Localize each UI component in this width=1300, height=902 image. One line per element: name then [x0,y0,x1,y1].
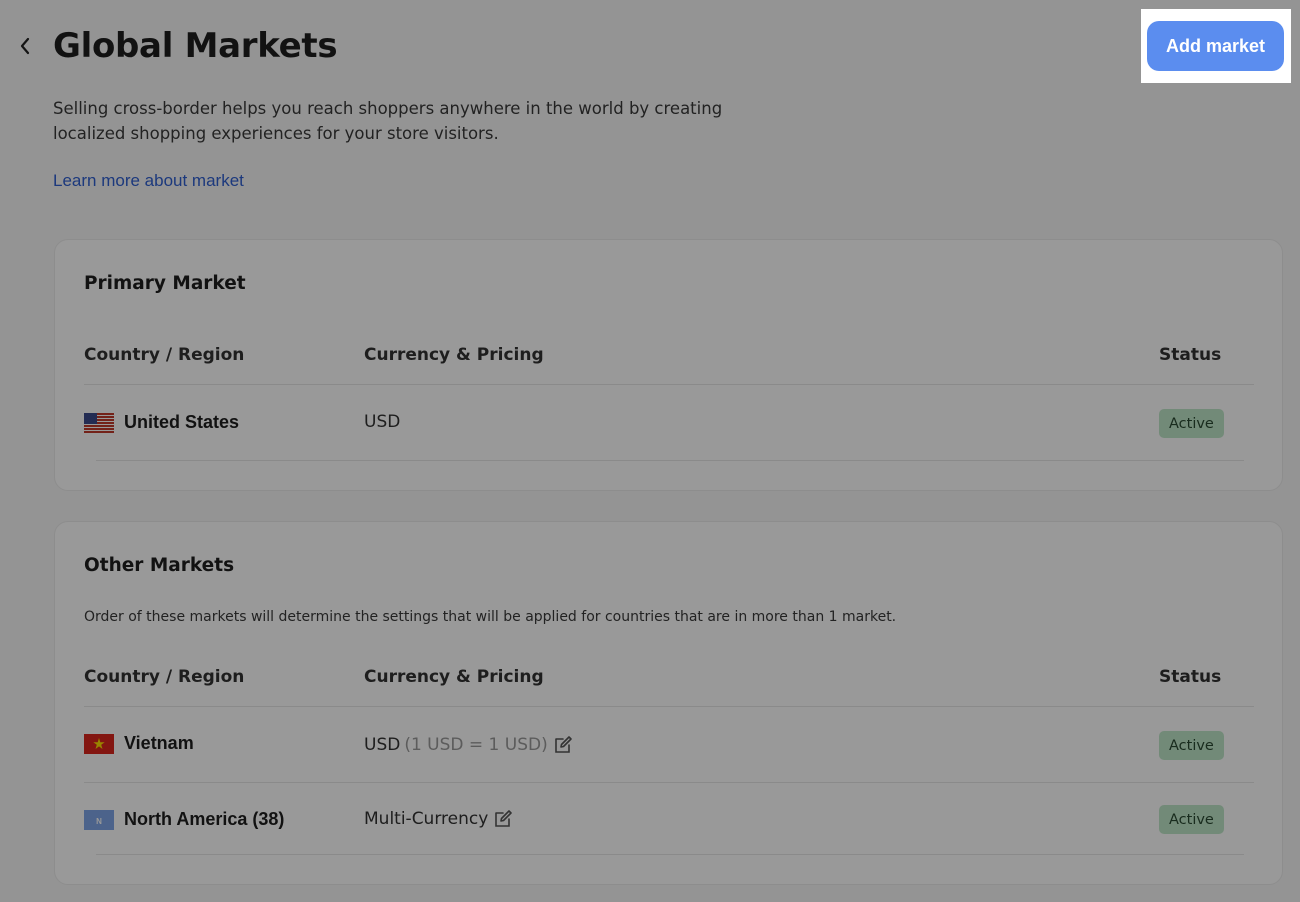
column-header-country: Country / Region [84,667,245,687]
country-name: United States [124,412,240,432]
page-title: Global Markets [53,26,338,66]
edit-icon[interactable] [492,808,514,830]
column-header-status: Status [1159,667,1222,687]
status-badge: Active [1159,731,1224,760]
row-divider [96,854,1244,855]
status-badge: Active [1159,409,1224,438]
other-markets-note: Order of these markets will determine th… [84,609,897,625]
currency-cell: USD [364,412,400,432]
column-header-status: Status [1159,345,1222,365]
vietnam-flag-icon [84,733,114,754]
country-cell: N North America (38) [84,809,284,830]
chevron-left-icon [20,37,30,55]
column-header-currency: Currency & Pricing [364,667,544,687]
primary-market-card: Primary Market Country / Region Currency… [54,239,1283,491]
page-description: Selling cross-border helps you reach sho… [53,99,723,143]
status-badge: Active [1159,805,1224,834]
country-name: Vietnam [124,733,194,753]
row-divider [96,460,1244,461]
header-divider [84,384,1254,385]
north-america-icon: N [84,809,114,830]
currency-value: USD [364,735,401,755]
header-divider [84,706,1254,707]
us-flag-icon [84,412,114,433]
country-cell: Vietnam [84,733,194,754]
back-button[interactable] [14,34,36,58]
country-cell: United States [84,412,239,433]
column-header-country: Country / Region [84,345,245,365]
currency-cell: USD (1 USD = 1 USD) [364,734,574,756]
currency-value: Multi-Currency [364,809,489,829]
row-divider [84,782,1254,783]
other-markets-heading: Other Markets [84,555,235,576]
currency-value: USD [364,412,401,432]
flag-letter: N [96,817,102,826]
other-markets-card: Other Markets Order of these markets wil… [54,521,1283,885]
add-market-button[interactable]: Add market [1147,21,1284,71]
currency-cell: Multi-Currency [364,808,514,830]
primary-market-heading: Primary Market [84,273,246,294]
exchange-rate: (1 USD = 1 USD) [404,735,548,755]
global-markets-page: Global Markets Selling cross-border help… [0,0,1300,902]
column-header-currency: Currency & Pricing [364,345,544,365]
learn-more-link[interactable]: Learn more about market [53,171,244,191]
edit-icon[interactable] [552,734,574,756]
country-name: North America (38) [124,809,285,829]
